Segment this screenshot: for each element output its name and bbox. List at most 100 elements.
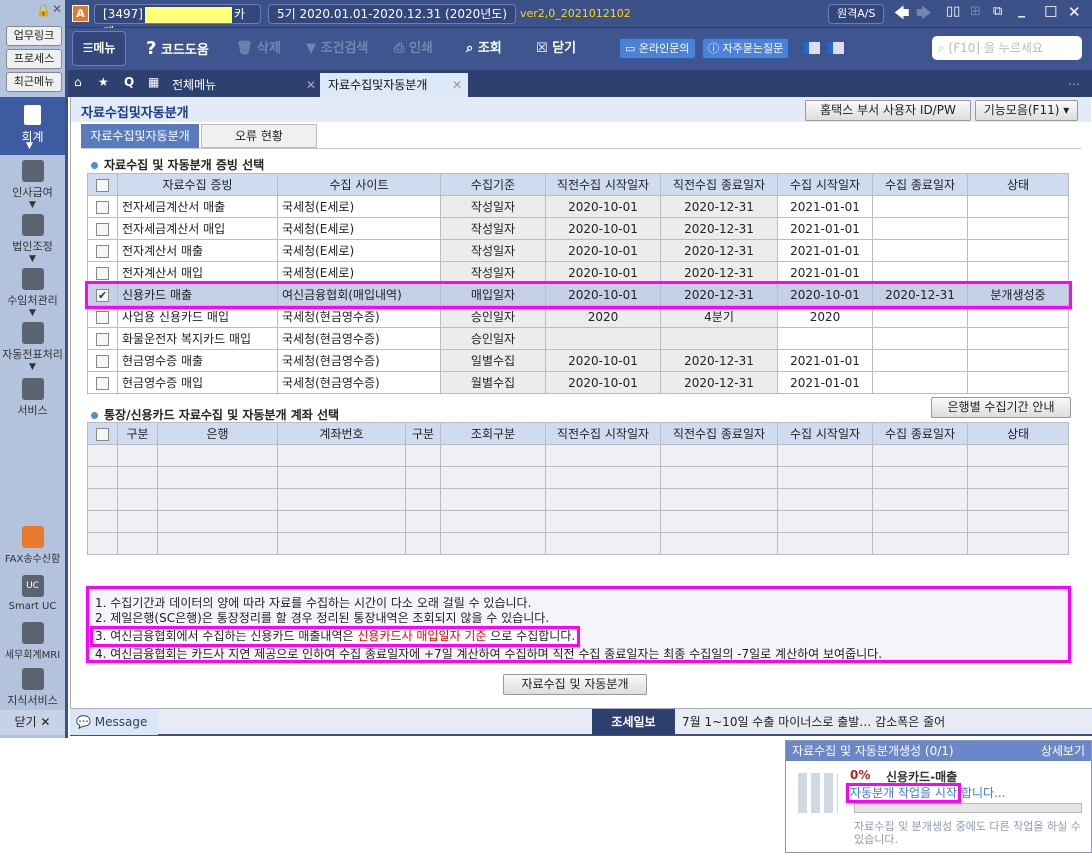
- table-cell: 신용카드 매출: [117, 283, 278, 306]
- tab-data-collection[interactable]: 자료수집및자동분개 ✕: [320, 73, 468, 97]
- table-cell: [967, 305, 1069, 328]
- row-checkbox[interactable]: [87, 327, 118, 350]
- close-icon[interactable]: ✕: [452, 73, 462, 97]
- book-icon[interactable]: ▯▯: [946, 4, 960, 19]
- table-cell: 국세청(현금영수증): [277, 305, 441, 328]
- row-checkbox[interactable]: [87, 195, 118, 218]
- table-row[interactable]: 전자세금계산서 매출 국세청(E세로) 작성일자 2020-10-01 2020-12-…: [87, 195, 1069, 218]
- q-search-icon[interactable]: Q: [124, 75, 134, 89]
- hometax-id-button[interactable]: 홈택스 부서 사용자 ID/PW: [805, 100, 971, 121]
- search-button[interactable]: ⌕ 조회: [466, 36, 502, 62]
- period-selector[interactable]: 5기 2020.01.01-2020.12.31 (2020년도): [268, 4, 517, 24]
- nav-corporate-adjust[interactable]: 법인조정 ▼: [0, 214, 65, 264]
- table-cell: 작성일자: [440, 217, 546, 240]
- row-checkbox[interactable]: ✔: [87, 283, 118, 306]
- bank-period-guide-button[interactable]: 은행별 수집기간 안내: [931, 397, 1071, 418]
- row-checkbox[interactable]: [87, 239, 118, 262]
- table-cell: [157, 488, 278, 511]
- uc-icon: UC: [21, 575, 44, 597]
- menu-button[interactable]: ☰메뉴: [72, 31, 126, 66]
- remote-as-button[interactable]: 원격A/S: [828, 4, 885, 24]
- table-cell: 국세청(E세로): [277, 217, 441, 240]
- nav-auto-voucher[interactable]: 자동전표처리 ▼: [0, 322, 65, 372]
- layout-icon[interactable]: [804, 42, 820, 54]
- table-cell: 4분기: [660, 305, 778, 328]
- table-cell: [87, 466, 118, 489]
- calendar-icon[interactable]: ▦: [148, 75, 159, 89]
- run-collection-button[interactable]: 자료수집 및 자동분개: [503, 674, 647, 695]
- close-button[interactable]: ☒ 닫기: [536, 36, 576, 62]
- online-inquiry-button[interactable]: ▭ 온라인문의: [619, 38, 696, 59]
- fax-button[interactable]: FAX송수신함: [0, 526, 65, 565]
- maximize-icon[interactable]: ☐: [1044, 3, 1057, 21]
- table-row[interactable]: 화물운전자 복지카드 매입 국세청(현금영수증) 승인일자: [87, 327, 1069, 350]
- home-icon[interactable]: ⌂: [74, 75, 82, 89]
- process-button[interactable]: 프로세스: [6, 49, 62, 69]
- table-row[interactable]: 현금영수증 매출 국세청(현금영수증) 일별수집 2020-10-01 2020-12-…: [87, 349, 1069, 372]
- table-cell: [440, 488, 546, 511]
- close-icon[interactable]: ✕: [52, 2, 62, 16]
- message-button[interactable]: 💬 Message: [70, 709, 158, 735]
- progress-percent: 0%: [850, 768, 871, 782]
- filter-icon: ▼: [306, 41, 316, 56]
- smart-uc-button[interactable]: UC Smart UC: [0, 575, 65, 612]
- knowledge-button[interactable]: 지식서비스: [0, 668, 65, 708]
- nav-accounting[interactable]: 회계 ▼: [0, 97, 65, 155]
- recent-menu-button[interactable]: 최근메뉴: [6, 72, 62, 92]
- row-checkbox[interactable]: [87, 261, 118, 284]
- detail-link[interactable]: 상세보기: [1041, 741, 1085, 761]
- table-cell: 월별수집: [440, 371, 546, 394]
- table-row[interactable]: 현금영수증 매입 국세청(현금영수증) 월별수집 2020-10-01 2020-12-…: [87, 371, 1069, 394]
- table-cell: [117, 532, 158, 555]
- functions-button[interactable]: 기능모음(F11) ▾: [975, 100, 1078, 121]
- sidebar-close-button[interactable]: 닫기 ✕: [0, 710, 65, 735]
- window-icon[interactable]: ⧉: [993, 4, 1002, 19]
- forward-arrow-icon[interactable]: 🡆: [916, 3, 932, 28]
- nav-client-management[interactable]: 수임처관리 ▼: [0, 268, 65, 318]
- close-window-icon[interactable]: ✕: [1068, 3, 1081, 21]
- delete-button[interactable]: 🗑 삭제: [236, 36, 281, 62]
- table-cell: [117, 466, 158, 489]
- news-ticker[interactable]: 7월 1~10일 수출 마이너스로 출발… 감소폭은 줄어: [682, 709, 945, 735]
- nav-service[interactable]: 서비스: [0, 378, 65, 418]
- close-icon[interactable]: ✕: [306, 73, 316, 97]
- row-checkbox[interactable]: [87, 349, 118, 372]
- table-row[interactable]: 전자세금계산서 매입 국세청(E세로) 작성일자 2020-10-01 2020-12-…: [87, 217, 1069, 240]
- table-row[interactable]: 전자계산서 매입 국세청(E세로) 작성일자 2020-10-01 2020-12-31…: [87, 261, 1069, 284]
- mri-button[interactable]: 세무회계MRI: [0, 622, 65, 661]
- code-help-button[interactable]: ? 코드도움: [146, 36, 209, 64]
- note-line-highlight: 3. 여신금융협회에서 수집하는 신용카드 매출내역은 신용카드사 매입일자 기…: [90, 626, 581, 647]
- table-cell: 전자계산서 매출: [117, 239, 278, 262]
- nav-payroll[interactable]: 인사급여 ▼: [0, 160, 65, 210]
- lock-icon[interactable]: 🔒: [36, 3, 51, 17]
- select-all-checkbox[interactable]: [87, 422, 118, 445]
- row-checkbox[interactable]: [87, 371, 118, 394]
- condition-search-button[interactable]: ▼ 조건검색: [306, 36, 368, 62]
- select-all-checkbox[interactable]: [87, 173, 118, 196]
- minimize-icon[interactable]: _: [1018, 2, 1025, 18]
- back-arrow-icon[interactable]: 🡄: [894, 3, 910, 28]
- tab-all-menu[interactable]: 전체메뉴 ✕: [164, 73, 320, 97]
- subtab-errors[interactable]: 오류 현황: [201, 124, 317, 148]
- table-row[interactable]: 전자계산서 매출 국세청(E세로) 작성일자 2020-10-01 2020-12-31…: [87, 239, 1069, 262]
- table-row[interactable]: ✔ 신용카드 매출 여신금융협회(매입내역) 매입일자 2020-10-01 2020-1…: [84, 280, 1072, 309]
- layout-icon[interactable]: [828, 42, 844, 54]
- search-input[interactable]: ⌕ [F10] 을 누르세요: [932, 36, 1082, 60]
- table-cell: [157, 466, 278, 489]
- work-link-button[interactable]: 업무링크: [6, 26, 62, 46]
- nav-label: 수임처관리: [7, 294, 58, 307]
- table-cell: [545, 488, 661, 511]
- star-icon[interactable]: ★: [98, 75, 109, 89]
- grid-icon[interactable]: ⊞: [970, 4, 981, 19]
- table-cell: 전자세금계산서 매입: [117, 217, 278, 240]
- row-checkbox[interactable]: [87, 305, 118, 328]
- table-cell: [967, 349, 1069, 372]
- table-cell: [117, 488, 158, 511]
- more-icon[interactable]: …: [1068, 74, 1080, 88]
- row-checkbox[interactable]: [87, 217, 118, 240]
- print-button[interactable]: ⎙ 인쇄: [394, 36, 433, 62]
- table-row[interactable]: 사업용 신용카드 매입 국세청(현금영수증) 승인일자 2020 4분기 2020: [87, 305, 1069, 328]
- subtab-collection[interactable]: 자료수집및자동분개: [81, 124, 199, 148]
- faq-button[interactable]: ⓘ 자주묻는질문: [702, 38, 790, 59]
- company-selector[interactable]: [3497]카페: [94, 4, 261, 39]
